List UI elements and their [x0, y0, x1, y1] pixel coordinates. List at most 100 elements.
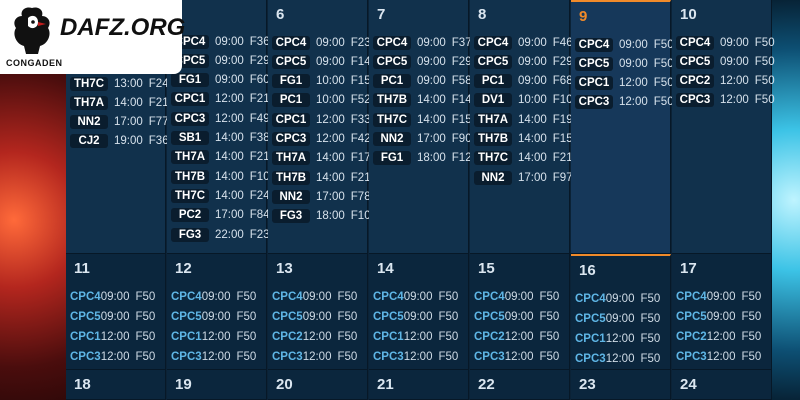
schedule-entry[interactable]: CPC5 09:00 F50: [171, 308, 256, 325]
schedule-entry[interactable]: TH7B 14:00 F10: [171, 168, 270, 185]
schedule-entry[interactable]: CPC4 09:00 F50: [676, 34, 775, 51]
schedule-entry[interactable]: CPC4 09:00 F50: [575, 290, 660, 307]
schedule-entry[interactable]: CPC3 12:00 F50: [272, 348, 357, 365]
schedule-entry[interactable]: CPC5 09:00 F50: [70, 308, 155, 325]
schedule-entry[interactable]: CPC2 12:00 F50: [676, 328, 761, 345]
schedule-entry[interactable]: CPC3 12:00 F50: [575, 94, 674, 111]
schedule-entry[interactable]: TH7A 14:00 F17: [272, 150, 371, 167]
site-logo[interactable]: DAFZ.ORG CONGADEN: [0, 0, 185, 74]
schedule-entry[interactable]: TH7C 13:00 F24: [70, 75, 169, 92]
schedule-entry[interactable]: CPC3 12:00 F50: [676, 92, 775, 109]
schedule-entry[interactable]: CPC5 09:00 F50: [676, 308, 761, 325]
class-code: PC1: [474, 74, 512, 89]
schedule-entry[interactable]: CPC5 09:00 F50: [474, 308, 559, 325]
schedule-entry[interactable]: CPC1 12:00 F50: [171, 328, 256, 345]
schedule-entry[interactable]: CPC4 09:00 F50: [676, 288, 761, 305]
calendar-day-cell[interactable]: 19: [167, 370, 267, 400]
schedule-entry[interactable]: CPC3 12:00 F49: [171, 110, 270, 127]
class-code: CPC3: [474, 350, 505, 363]
schedule-entry[interactable]: CPC4 09:00 F46: [474, 34, 573, 51]
schedule-entry[interactable]: CPC4 09:00 F50: [171, 288, 256, 305]
calendar-day-cell[interactable]: 11 CPC4 09:00 F50 CPC5 09:00 F50 CPC1 12:00 F50 CP…: [66, 254, 166, 370]
schedule-entry[interactable]: CPC1 12:00 F33: [272, 111, 371, 128]
schedule-entry[interactable]: CPC5 09:00 F50: [575, 55, 674, 72]
schedule-entry[interactable]: CPC5 09:00 F14: [272, 53, 371, 70]
calendar-day-cell[interactable]: 17 CPC4 09:00 F50 CPC5 09:00 F50 CPC2 12:00 F50 CP…: [672, 254, 772, 370]
calendar-day-cell[interactable]: 16 CPC4 09:00 F50 CPC5 09:00 F50 CPC1 12:00 F50 CP…: [571, 254, 671, 370]
schedule-entry[interactable]: TH7C 14:00 F15: [373, 111, 472, 128]
calendar-day-cell[interactable]: 21: [369, 370, 469, 400]
schedule-entry[interactable]: SB1 14:00 F38: [171, 130, 270, 147]
schedule-entry[interactable]: CPC5 09:00 F29: [474, 53, 573, 70]
schedule-entry[interactable]: CPC1 12:00 F50: [575, 330, 660, 347]
schedule-entry[interactable]: CPC1 12:00 F21: [171, 91, 270, 108]
schedule-entry[interactable]: TH7A 14:00 F19: [474, 111, 573, 128]
schedule-entry[interactable]: CPC4 09:00 F23: [272, 34, 371, 51]
schedule-entry[interactable]: PC1 10:00 F52: [272, 92, 371, 109]
schedule-entry[interactable]: CPC3 12:00 F42: [272, 131, 371, 148]
calendar-day-cell[interactable]: 6 CPC4 09:00 F23 CPC5 09:00 F14 FG1 10:00 F15 PC1 1…: [268, 0, 377, 254]
calendar-day-cell[interactable]: 23: [571, 370, 671, 400]
schedule-entry[interactable]: TH7B 14:00 F14: [373, 92, 472, 109]
calendar-day-cell[interactable]: 15 CPC4 09:00 F50 CPC5 09:00 F50 CPC2 12:00 F50 CP…: [470, 254, 570, 370]
calendar-day-cell[interactable]: 24: [672, 370, 772, 400]
schedule-entry[interactable]: CPC5 09:00 F50: [373, 308, 458, 325]
schedule-entry[interactable]: CPC1 12:00 F50: [373, 328, 458, 345]
schedule-entry[interactable]: CPC4 09:00 F50: [373, 288, 458, 305]
schedule-entry[interactable]: PC1 09:00 F58: [373, 73, 472, 90]
schedule-entry[interactable]: CPC4 09:00 F36: [171, 33, 270, 50]
schedule-entry[interactable]: CJ2 19:00 F36: [70, 133, 169, 150]
schedule-entry[interactable]: CPC2 12:00 F50: [272, 328, 357, 345]
schedule-entry[interactable]: CPC4 09:00 F50: [575, 36, 674, 53]
schedule-entry[interactable]: CPC4 09:00 F50: [474, 288, 559, 305]
schedule-entry[interactable]: CPC5 09:00 F29: [171, 52, 270, 69]
schedule-entry[interactable]: CPC5 09:00 F50: [272, 308, 357, 325]
schedule-entry[interactable]: FG1 10:00 F15: [272, 73, 371, 90]
calendar-day-cell[interactable]: 22: [470, 370, 570, 400]
schedule-entry[interactable]: CPC5 09:00 F50: [676, 53, 775, 70]
calendar-day-cell[interactable]: 8 CPC4 09:00 F46 CPC5 09:00 F29 PC1 09:00 F68 DV1 1…: [470, 0, 579, 254]
calendar-day-cell[interactable]: 9 CPC4 09:00 F50 CPC5 09:00 F50 CPC1 12:00 F50 CPC…: [571, 0, 674, 254]
calendar-day-cell[interactable]: 18: [66, 370, 166, 400]
schedule-entry[interactable]: NN2 17:00 F90: [373, 131, 472, 148]
schedule-entry[interactable]: NN2 17:00 F78: [272, 188, 371, 205]
schedule-entry[interactable]: CPC3 12:00 F50: [474, 348, 559, 365]
schedule-entry[interactable]: PC1 09:00 F68: [474, 73, 573, 90]
schedule-entry[interactable]: FG1 18:00 F12: [373, 150, 472, 167]
schedule-entry[interactable]: CPC4 09:00 F37: [373, 34, 472, 51]
calendar-day-cell[interactable]: 7 CPC4 09:00 F37 CPC5 09:00 F29 PC1 09:00 F58 TH7B…: [369, 0, 472, 254]
schedule-entry[interactable]: CPC1 12:00 F50: [70, 328, 155, 345]
schedule-entry[interactable]: CPC5 09:00 F29: [373, 53, 472, 70]
schedule-entry[interactable]: CPC3 12:00 F50: [676, 348, 761, 365]
schedule-entry[interactable]: TH7A 14:00 F21: [171, 149, 270, 166]
calendar-day-cell[interactable]: 12 CPC4 09:00 F50 CPC5 09:00 F50 CPC1 12:00 F50 CP…: [167, 254, 267, 370]
calendar-day-cell[interactable]: 13 CPC4 09:00 F50 CPC5 09:00 F50 CPC2 12:00 F50 CP…: [268, 254, 368, 370]
schedule-entry[interactable]: CPC3 12:00 F50: [70, 348, 155, 365]
class-room: F50: [741, 330, 762, 343]
schedule-entry[interactable]: FG3 18:00 F105: [272, 208, 377, 225]
schedule-entry[interactable]: TH7C 14:00 F24: [171, 187, 270, 204]
schedule-entry[interactable]: CPC4 09:00 F50: [272, 288, 357, 305]
schedule-entry[interactable]: CPC3 12:00 F50: [171, 348, 256, 365]
schedule-entry[interactable]: TH7B 14:00 F21: [272, 169, 371, 186]
calendar-day-cell[interactable]: 20: [268, 370, 368, 400]
schedule-entry[interactable]: CPC3 12:00 F50: [373, 348, 458, 365]
schedule-entry[interactable]: NN2 17:00 F77: [70, 114, 169, 131]
schedule-entry[interactable]: FG3 22:00 F23: [171, 226, 270, 243]
schedule-entry[interactable]: CPC2 12:00 F50: [474, 328, 559, 345]
schedule-entry[interactable]: TH7C 14:00 F21: [474, 150, 573, 167]
schedule-entry[interactable]: NN2 17:00 F97: [474, 169, 573, 186]
schedule-entry[interactable]: FG1 09:00 F60: [171, 72, 270, 89]
schedule-entry[interactable]: CPC2 12:00 F50: [676, 73, 775, 90]
calendar-day-cell[interactable]: 10 CPC4 09:00 F50 CPC5 09:00 F50 CPC2 12:00 F50 CP…: [672, 0, 775, 254]
schedule-entry[interactable]: TH7B 14:00 F15: [474, 131, 573, 148]
schedule-entry[interactable]: CPC5 09:00 F50: [575, 310, 660, 327]
schedule-entry[interactable]: PC2 17:00 F84: [171, 207, 270, 224]
schedule-entry[interactable]: CPC4 09:00 F50: [70, 288, 155, 305]
schedule-entry[interactable]: CPC1 12:00 F50: [575, 75, 674, 92]
class-time: 17:00: [114, 116, 143, 129]
schedule-entry[interactable]: DV1 10:00 F105: [474, 92, 579, 109]
schedule-entry[interactable]: TH7A 14:00 F21: [70, 94, 169, 111]
schedule-entry[interactable]: CPC3 12:00 F50: [575, 350, 660, 367]
calendar-day-cell[interactable]: 14 CPC4 09:00 F50 CPC5 09:00 F50 CPC1 12:00 F50 CP…: [369, 254, 469, 370]
